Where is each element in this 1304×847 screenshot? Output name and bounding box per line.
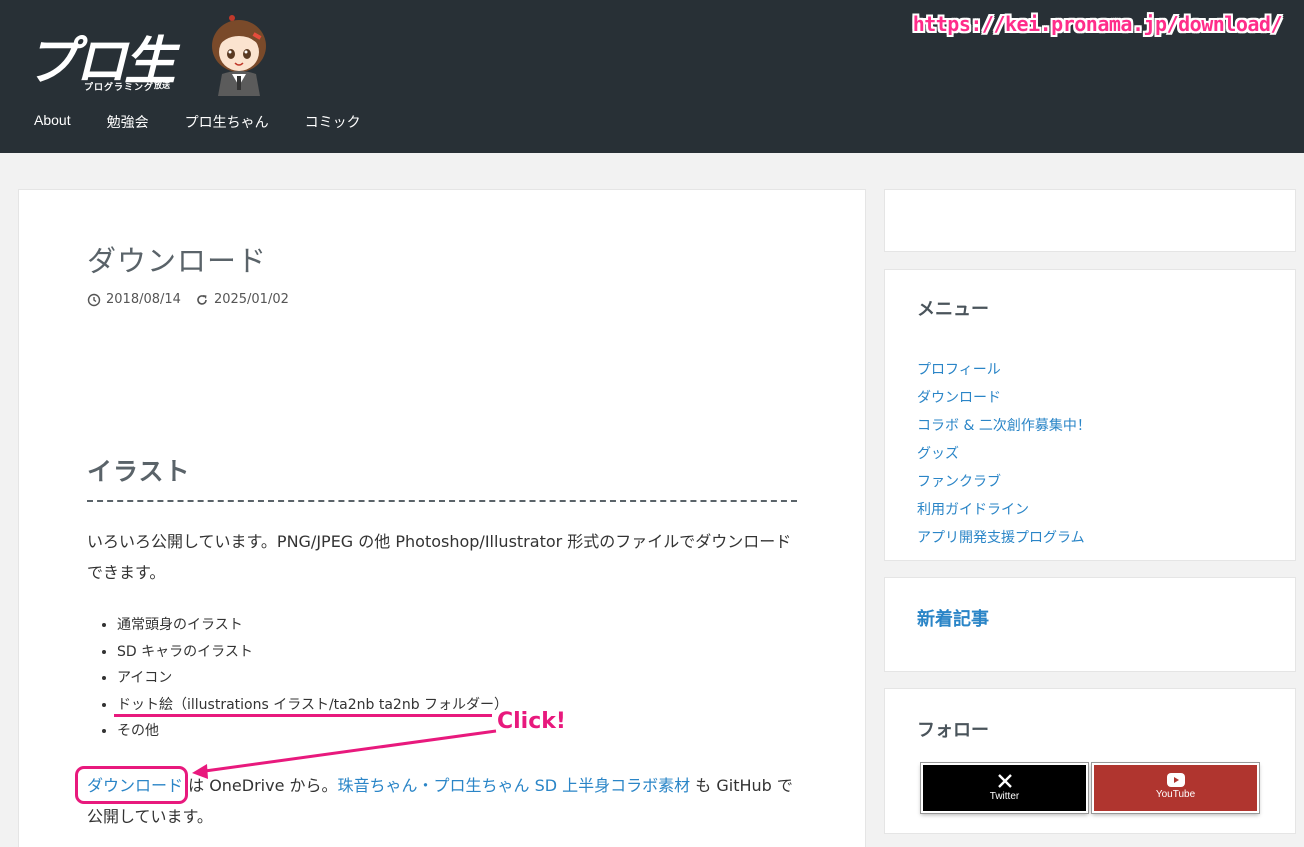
logo-subtitle: プログラミング (84, 83, 155, 93)
twitter-label: Twitter (989, 791, 1020, 802)
updated-date: 2025/01/02 (213, 292, 289, 307)
sidebar-item-download[interactable]: ダウンロード (917, 384, 1091, 412)
nav-pronama-chan[interactable]: プロ生ちゃん (167, 112, 287, 132)
annotation-click-label: Click! (497, 709, 566, 734)
sidebar-item-collab[interactable]: コラボ & 二次創作募集中！ (917, 412, 1091, 440)
x-logo-icon (997, 774, 1012, 788)
sidebar-item-app-support[interactable]: アプリ開発支援プログラム (917, 524, 1091, 552)
nav-comic[interactable]: コミック (287, 112, 379, 132)
page-title: ダウンロード (87, 244, 268, 278)
youtube-follow-button[interactable]: YouTube (1092, 763, 1259, 813)
sidebar-follow-widget: フォロー Twitter YouTube (884, 688, 1296, 834)
post-meta: 2018/08/14 2025/01/02 (87, 292, 303, 307)
list-item: アイコン (117, 665, 508, 692)
mascot-image (212, 15, 266, 96)
clock-icon (87, 293, 101, 306)
refresh-icon (197, 294, 207, 305)
sidebar-empty-box (884, 189, 1296, 252)
sidebar-follow-title: フォロー (917, 720, 989, 741)
collab-material-link[interactable]: 珠音ちゃん・プロ生ちゃん SD 上半身コラボ素材 (338, 776, 691, 795)
intro-paragraph: いろいろ公開しています。PNG/JPEG の他 Photoshop/Illust… (87, 532, 792, 582)
download-paragraph: ダウンロード は OneDrive から。珠音ちゃん・プロ生ちゃん SD 上半身… (87, 770, 799, 832)
sidebar-new-posts-widget: 新着記事 (884, 577, 1296, 672)
section-heading-illustration: イラスト (87, 452, 797, 502)
list-item: その他 (117, 718, 508, 745)
sidebar-menu-list: プロフィール ダウンロード コラボ & 二次創作募集中！ グッズ ファンクラブ … (917, 356, 1091, 552)
logo-subtitle-2: 放送 (154, 81, 170, 90)
illustration-list: 通常頭身のイラスト SD キャラのイラスト アイコン ドット絵（illustra… (117, 612, 508, 745)
article-card: ダウンロード 2018/08/14 2025/01/02 イラスト いろいろ公開… (18, 189, 866, 847)
published-date: 2018/08/14 (106, 292, 181, 307)
sidebar-item-profile[interactable]: プロフィール (917, 356, 1091, 384)
list-item: 通常頭身のイラスト (117, 612, 508, 639)
main-nav: About 勉強会 プロ生ちゃん コミック (16, 112, 379, 132)
twitter-follow-button[interactable]: Twitter (921, 763, 1088, 813)
sidebar-item-goods[interactable]: グッズ (917, 440, 1091, 468)
annotation-circle (75, 766, 188, 804)
youtube-label: YouTube (1155, 789, 1196, 800)
nav-about[interactable]: About (16, 112, 89, 132)
site-logo[interactable]: プロ生 プログラミング 放送 (26, 32, 176, 96)
url-annotation: https://kei.pronama.jp/download/ (912, 12, 1283, 36)
sidebar-new-posts-title[interactable]: 新着記事 (917, 605, 989, 631)
sidebar-menu-title: メニュー (917, 299, 989, 320)
list-item: SD キャラのイラスト (117, 639, 508, 666)
sidebar-item-guideline[interactable]: 利用ガイドライン (917, 496, 1091, 524)
site-header: プロ生 プログラミング 放送 https://kei.pronama.jp/do… (0, 0, 1304, 153)
annotation-underline (114, 714, 492, 717)
nav-study[interactable]: 勉強会 (89, 112, 167, 132)
sidebar-item-fanclub[interactable]: ファンクラブ (917, 468, 1091, 496)
youtube-logo-icon (1166, 773, 1185, 787)
onedrive-text: は OneDrive から。 (183, 776, 338, 795)
sidebar-menu-widget: メニュー プロフィール ダウンロード コラボ & 二次創作募集中！ グッズ ファ… (884, 269, 1296, 561)
